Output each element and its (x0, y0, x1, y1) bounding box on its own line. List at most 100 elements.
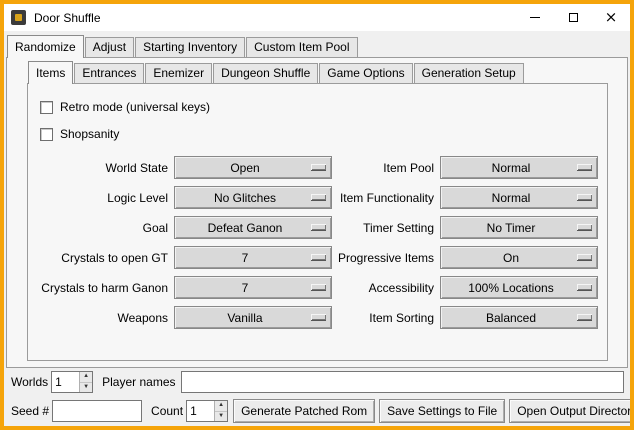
weapons-label: Weapons (40, 311, 168, 325)
item-sorting-dropdown[interactable]: Balanced (440, 306, 598, 329)
worlds-spinbox[interactable]: ▲ ▼ (51, 371, 93, 393)
item-pool-label: Item Pool (338, 161, 434, 175)
item-sorting-value: Balanced (486, 311, 536, 325)
logic-level-dropdown[interactable]: No Glitches (174, 186, 332, 209)
window-title: Door Shuffle (34, 11, 101, 25)
close-button[interactable] (592, 4, 630, 31)
crystals-gt-value: 7 (242, 251, 249, 265)
tab-generation-setup[interactable]: Generation Setup (414, 63, 524, 83)
dropdown-indicator-icon (577, 164, 592, 171)
dropdown-indicator-icon (311, 254, 326, 261)
count-spinbox[interactable]: ▲ ▼ (186, 400, 228, 422)
outer-tab-strip: Randomize Adjust Starting Inventory Cust… (6, 35, 628, 57)
worlds-spin-up[interactable]: ▲ (80, 372, 92, 383)
retro-mode-checkbox[interactable] (40, 101, 53, 114)
timer-setting-label: Timer Setting (338, 221, 434, 235)
dropdown-indicator-icon (311, 164, 326, 171)
world-state-value: Open (230, 161, 259, 175)
logic-level-value: No Glitches (214, 191, 276, 205)
crystals-gt-label: Crystals to open GT (40, 251, 168, 265)
count-spin-down[interactable]: ▼ (215, 412, 227, 422)
shopsanity-checkbox-row[interactable]: Shopsanity (40, 124, 599, 144)
tab-starting-inventory[interactable]: Starting Inventory (135, 37, 245, 57)
weapons-value: Vanilla (227, 311, 262, 325)
close-icon (605, 10, 618, 25)
tab-items[interactable]: Items (28, 61, 73, 84)
world-state-dropdown[interactable]: Open (174, 156, 332, 179)
accessibility-value: 100% Locations (468, 281, 553, 295)
progressive-items-label: Progressive Items (338, 251, 434, 265)
worlds-spin-down[interactable]: ▼ (80, 383, 92, 393)
goal-value: Defeat Ganon (208, 221, 283, 235)
item-functionality-dropdown[interactable]: Normal (440, 186, 598, 209)
weapons-dropdown[interactable]: Vanilla (174, 306, 332, 329)
crystals-ganon-value: 7 (242, 281, 249, 295)
seed-row: Seed # Count ▲ ▼ Generate Patched Rom Sa… (11, 398, 624, 424)
tab-adjust[interactable]: Adjust (85, 37, 134, 57)
dropdown-indicator-icon (311, 284, 326, 291)
bottom-controls: Worlds ▲ ▼ Player names Seed # Count (6, 368, 628, 424)
world-state-label: World State (40, 161, 168, 175)
progressive-items-value: On (503, 251, 519, 265)
tab-entrances[interactable]: Entrances (74, 63, 144, 83)
maximize-button[interactable] (554, 4, 592, 31)
worlds-input[interactable] (52, 372, 79, 392)
shopsanity-label: Shopsanity (60, 127, 119, 141)
tab-dungeon-shuffle[interactable]: Dungeon Shuffle (213, 63, 318, 83)
save-settings-button[interactable]: Save Settings to File (379, 399, 505, 423)
crystals-ganon-label: Crystals to harm Ganon (40, 281, 168, 295)
count-spin-buttons: ▲ ▼ (214, 401, 227, 421)
dropdown-indicator-icon (311, 194, 326, 201)
options-grid: World State Open Item Pool Normal Logic … (40, 156, 599, 329)
worlds-row: Worlds ▲ ▼ Player names (11, 370, 624, 394)
dropdown-indicator-icon (311, 224, 326, 231)
crystals-ganon-dropdown[interactable]: 7 (174, 276, 332, 299)
minimize-icon (530, 17, 540, 18)
dropdown-indicator-icon (577, 254, 592, 261)
dropdown-indicator-icon (577, 224, 592, 231)
progressive-items-dropdown[interactable]: On (440, 246, 598, 269)
seed-label: Seed # (11, 404, 49, 418)
accessibility-dropdown[interactable]: 100% Locations (440, 276, 598, 299)
timer-setting-value: No Timer (487, 221, 536, 235)
window-controls (516, 4, 630, 31)
item-functionality-label: Item Functionality (338, 191, 434, 205)
item-pool-value: Normal (492, 161, 531, 175)
count-spin-up[interactable]: ▲ (215, 401, 227, 412)
count-input[interactable] (187, 401, 214, 421)
window-content: Randomize Adjust Starting Inventory Cust… (4, 31, 630, 426)
seed-input[interactable] (52, 400, 142, 422)
crystals-gt-dropdown[interactable]: 7 (174, 246, 332, 269)
dropdown-indicator-icon (311, 314, 326, 321)
worlds-spin-buttons: ▲ ▼ (79, 372, 92, 392)
inner-tab-strip: Items Entrances Enemizer Dungeon Shuffle… (27, 61, 608, 83)
titlebar: Door Shuffle (4, 4, 630, 31)
player-names-input[interactable] (181, 371, 625, 393)
item-functionality-value: Normal (492, 191, 531, 205)
accessibility-label: Accessibility (338, 281, 434, 295)
dropdown-indicator-icon (577, 194, 592, 201)
retro-mode-label: Retro mode (universal keys) (60, 100, 210, 114)
tab-game-options[interactable]: Game Options (319, 63, 412, 83)
shopsanity-checkbox[interactable] (40, 128, 53, 141)
player-names-label: Player names (102, 375, 175, 389)
generate-patched-rom-button[interactable]: Generate Patched Rom (233, 399, 375, 423)
retro-mode-checkbox-row[interactable]: Retro mode (universal keys) (40, 97, 599, 117)
tab-enemizer[interactable]: Enemizer (145, 63, 212, 83)
randomize-pane: Items Entrances Enemizer Dungeon Shuffle… (6, 57, 628, 368)
items-pane: Retro mode (universal keys) Shopsanity W… (27, 83, 608, 361)
maximize-icon (569, 13, 578, 22)
tab-randomize[interactable]: Randomize (7, 35, 84, 58)
goal-label: Goal (40, 221, 168, 235)
dropdown-indicator-icon (577, 314, 592, 321)
timer-setting-dropdown[interactable]: No Timer (440, 216, 598, 239)
count-label: Count (151, 404, 183, 418)
minimize-button[interactable] (516, 4, 554, 31)
open-output-directory-button[interactable]: Open Output Directory (509, 399, 630, 423)
item-pool-dropdown[interactable]: Normal (440, 156, 598, 179)
tab-custom-item-pool[interactable]: Custom Item Pool (246, 37, 357, 57)
app-icon (11, 10, 26, 25)
goal-dropdown[interactable]: Defeat Ganon (174, 216, 332, 239)
worlds-label: Worlds (11, 375, 48, 389)
item-sorting-label: Item Sorting (338, 311, 434, 325)
